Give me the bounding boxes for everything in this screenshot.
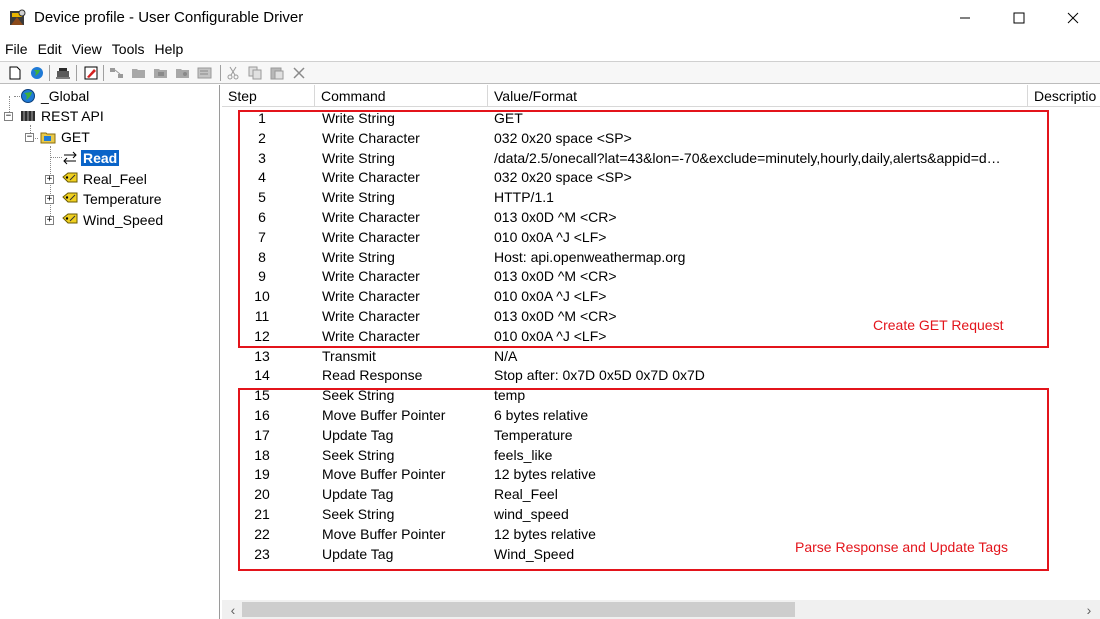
device-button[interactable] (54, 64, 72, 82)
folder-icon (132, 69, 145, 78)
menu-file[interactable]: File (0, 38, 33, 60)
device-tree: _Global − REST API − GET Read + Real_Fee… (0, 85, 220, 619)
copy-button[interactable] (246, 64, 264, 82)
tree-item-global[interactable]: _Global (20, 86, 91, 106)
maximize-button[interactable] (992, 0, 1046, 36)
tag-icon (62, 192, 78, 203)
folder-icon (154, 69, 167, 78)
transfer-arrows-icon (63, 151, 77, 165)
column-header-value[interactable]: Value/Format (488, 85, 1028, 107)
tree-label-rest-api: REST API (41, 108, 104, 124)
edit-icon (84, 66, 98, 80)
tree-label-global: _Global (41, 88, 90, 104)
tree-item-wind-speed[interactable]: Wind_Speed (62, 210, 165, 230)
collapse-get-toggle[interactable]: − (25, 133, 34, 142)
paste-icon (270, 67, 284, 80)
command-grid: Step Command Value/Format Descriptio 1 Wr… (222, 85, 1100, 619)
globe-icon (31, 67, 43, 79)
tree-item-read[interactable]: Read (62, 148, 120, 168)
title-bar: Device profile - User Configurable Drive… (0, 0, 1100, 36)
menu-tools[interactable]: Tools (107, 38, 150, 60)
value-cell: N/A (494, 347, 518, 364)
new-button[interactable] (6, 64, 24, 82)
tree-label-real-feel: Real_Feel (83, 171, 147, 187)
cut-icon (227, 66, 239, 80)
column-header-description[interactable]: Descriptio (1028, 85, 1100, 107)
tree-label-read: Read (81, 150, 120, 166)
new-icon (9, 66, 21, 80)
close-icon (1067, 12, 1079, 24)
folder-button-2[interactable] (152, 64, 170, 82)
expand-temperature-toggle[interactable]: + (45, 195, 54, 204)
paste-button[interactable] (268, 64, 286, 82)
step-cell: 13 (254, 347, 270, 364)
expand-wind-speed-toggle[interactable]: + (45, 216, 54, 225)
network-icon (110, 68, 123, 78)
properties-icon (197, 67, 212, 79)
command-cell: Read Response (322, 367, 423, 384)
scroll-right-icon[interactable]: › (1080, 600, 1098, 619)
collapse-rest-api-toggle[interactable]: − (4, 112, 13, 121)
folder-icon (176, 69, 189, 78)
device-icon (21, 111, 35, 121)
grid-header: Step Command Value/Format Descriptio (222, 85, 1100, 107)
tree-item-real-feel[interactable]: Real_Feel (62, 169, 149, 189)
menu-help[interactable]: Help (149, 38, 188, 60)
menu-bar: File Edit View Tools Help (0, 38, 1100, 60)
scroll-left-icon[interactable]: ‹ (224, 600, 242, 619)
tree-label-get: GET (61, 129, 90, 145)
menu-view[interactable]: View (67, 38, 107, 60)
properties-button[interactable] (196, 64, 214, 82)
tree-label-wind-speed: Wind_Speed (83, 212, 164, 228)
kepware-driver-icon (10, 9, 26, 25)
menu-edit[interactable]: Edit (33, 38, 67, 60)
table-row[interactable]: 13 Transmit N/A (222, 347, 1100, 367)
value-cell: Stop after: 0x7D 0x5D 0x7D 0x7D (494, 367, 705, 384)
command-cell: Transmit (322, 347, 376, 364)
scrollbar-thumb[interactable] (242, 602, 795, 617)
minimize-icon (960, 17, 970, 19)
tree-label-temperature: Temperature (83, 191, 162, 207)
network-button[interactable] (108, 64, 126, 82)
tag-icon (62, 213, 78, 224)
device-icon (56, 68, 70, 79)
tree-item-rest-api[interactable]: REST API (20, 106, 106, 126)
folder-icon (40, 132, 56, 144)
delete-button[interactable] (290, 64, 308, 82)
expand-real-feel-toggle[interactable]: + (45, 175, 54, 184)
window-title: Device profile - User Configurable Drive… (34, 9, 304, 26)
tree-item-temperature[interactable]: Temperature (62, 189, 164, 209)
column-header-step[interactable]: Step (222, 85, 315, 107)
globe-button[interactable] (28, 64, 46, 82)
folder-button-1[interactable] (130, 64, 148, 82)
globe-icon (21, 89, 35, 103)
close-button[interactable] (1046, 0, 1100, 36)
copy-icon (248, 66, 262, 80)
edit-button[interactable] (82, 64, 100, 82)
maximize-icon (1013, 12, 1025, 24)
parse-response-annotation: Parse Response and Update Tags (795, 539, 1008, 555)
delete-icon (293, 67, 305, 79)
folder-button-3[interactable] (174, 64, 192, 82)
get-request-highlight (238, 110, 1049, 348)
horizontal-scrollbar[interactable]: ‹ › (222, 600, 1100, 619)
cut-button[interactable] (224, 64, 242, 82)
table-row[interactable]: 14 Read Response Stop after: 0x7D 0x5D 0x7… (222, 366, 1100, 386)
get-request-annotation: Create GET Request (873, 317, 1004, 333)
toolbar (0, 61, 1100, 84)
tag-icon (62, 172, 78, 183)
minimize-button[interactable] (938, 0, 992, 36)
tree-item-get[interactable]: GET (40, 127, 92, 147)
step-cell: 14 (254, 367, 270, 384)
column-header-command[interactable]: Command (315, 85, 488, 107)
